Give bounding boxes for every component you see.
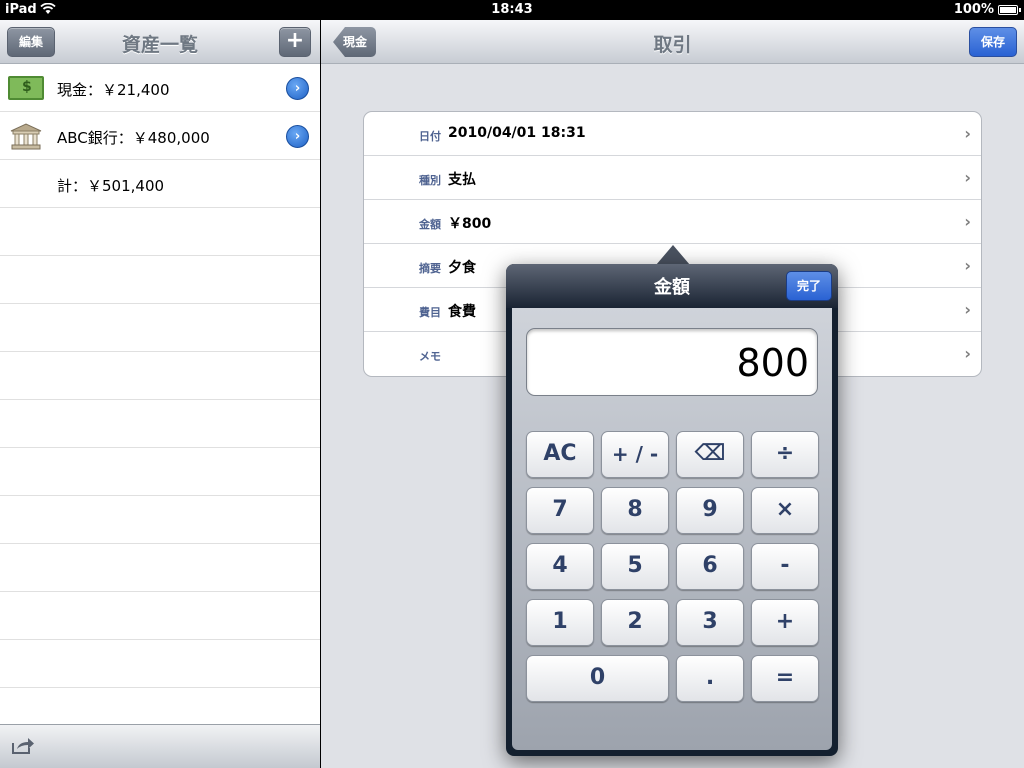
empty-row (0, 640, 320, 688)
share-icon[interactable] (11, 737, 35, 755)
save-button[interactable]: 保存 (969, 27, 1017, 57)
clock: 18:43 (491, 2, 533, 17)
key-minus[interactable]: - (751, 543, 819, 590)
field-value: 2010/04/01 18:31 (448, 125, 586, 141)
key-4[interactable]: 4 (526, 543, 594, 590)
field-value: 食費 (448, 304, 476, 320)
master-navbar: 編集 資産一覧 + (0, 20, 320, 64)
empty-row (0, 592, 320, 640)
status-bar: iPad 18:43 100% (0, 0, 1024, 20)
popover-arrow (656, 245, 690, 265)
field-key: 費目 (419, 306, 441, 319)
key-sign[interactable]: + / - (601, 431, 669, 478)
field-date[interactable]: 日付 2010/04/01 18:31 › (364, 112, 981, 156)
key-clear[interactable]: AC (526, 431, 594, 478)
master-title: 資産一覧 (121, 34, 198, 56)
key-equals[interactable]: = (751, 655, 819, 702)
asset-list: 現金：￥21,400 › ABC銀行：￥480,000 › 計：￥501,400 (0, 64, 320, 688)
field-value: 支払 (448, 172, 476, 188)
key-1[interactable]: 1 (526, 599, 594, 646)
field-amount[interactable]: 金額 ￥800 › (364, 200, 981, 244)
chevron-right-icon: › (964, 256, 971, 275)
empty-row (0, 544, 320, 592)
detail-disclosure-icon[interactable]: › (286, 125, 309, 148)
field-key: 摘要 (419, 262, 441, 275)
chevron-right-icon: › (964, 124, 971, 143)
field-key: 日付 (419, 130, 441, 143)
list-item-label: ABC銀行：￥480,000 (57, 129, 210, 147)
calculator: 800 AC + / - ⌫ ÷ 7 8 9 × 4 5 6 - 1 2 3 +… (512, 308, 832, 750)
list-item-label: 現金：￥21,400 (57, 81, 170, 99)
key-6[interactable]: 6 (676, 543, 744, 590)
battery-percent: 100% (953, 2, 994, 17)
key-7[interactable]: 7 (526, 487, 594, 534)
key-divide[interactable]: ÷ (751, 431, 819, 478)
field-key: 金額 (419, 218, 441, 231)
field-value: ￥800 (448, 216, 492, 232)
add-button[interactable]: + (279, 27, 311, 57)
empty-row (0, 256, 320, 304)
key-0[interactable]: 0 (526, 655, 669, 702)
detail-title: 取引 (653, 34, 692, 56)
popover-header: 金額 完了 (506, 264, 838, 308)
key-5[interactable]: 5 (601, 543, 669, 590)
backspace-icon[interactable]: ⌫ (676, 431, 744, 478)
list-item-cash[interactable]: 現金：￥21,400 › (0, 64, 320, 112)
key-plus[interactable]: + (751, 599, 819, 646)
amount-display: 800 (526, 328, 818, 396)
chevron-right-icon: › (964, 212, 971, 231)
key-2[interactable]: 2 (601, 599, 669, 646)
field-key: 種別 (419, 174, 441, 187)
list-item-bank[interactable]: ABC銀行：￥480,000 › (0, 112, 320, 160)
detail-disclosure-icon[interactable]: › (286, 77, 309, 100)
bank-icon (10, 123, 42, 150)
done-button[interactable]: 完了 (786, 271, 832, 301)
chevron-right-icon: › (964, 168, 971, 187)
detail-navbar: 現金 取引 保存 (321, 20, 1024, 64)
key-9[interactable]: 9 (676, 487, 744, 534)
empty-row (0, 496, 320, 544)
key-3[interactable]: 3 (676, 599, 744, 646)
chevron-right-icon: › (964, 344, 971, 363)
master-toolbar (0, 724, 320, 768)
empty-row (0, 352, 320, 400)
empty-row (0, 208, 320, 256)
key-multiply[interactable]: × (751, 487, 819, 534)
empty-row (0, 400, 320, 448)
field-key: メモ (419, 350, 441, 363)
master-pane: 編集 資産一覧 + 現金：￥21,400 › ABC銀行：￥480,000 › … (0, 20, 320, 768)
chevron-right-icon: › (964, 300, 971, 319)
amount-popover: 金額 完了 800 AC + / - ⌫ ÷ 7 8 9 × 4 5 6 - 1… (506, 264, 838, 756)
total-label: 計：￥501,400 (57, 177, 165, 195)
empty-row (0, 448, 320, 496)
key-decimal[interactable]: . (676, 655, 744, 702)
battery-icon (998, 5, 1021, 15)
display-value: 800 (736, 341, 809, 385)
empty-row (0, 304, 320, 352)
cash-icon (8, 76, 44, 100)
field-value: 夕食 (448, 260, 476, 276)
key-8[interactable]: 8 (601, 487, 669, 534)
list-item-total: 計：￥501,400 (0, 160, 320, 208)
field-type[interactable]: 種別 支払 › (364, 156, 981, 200)
